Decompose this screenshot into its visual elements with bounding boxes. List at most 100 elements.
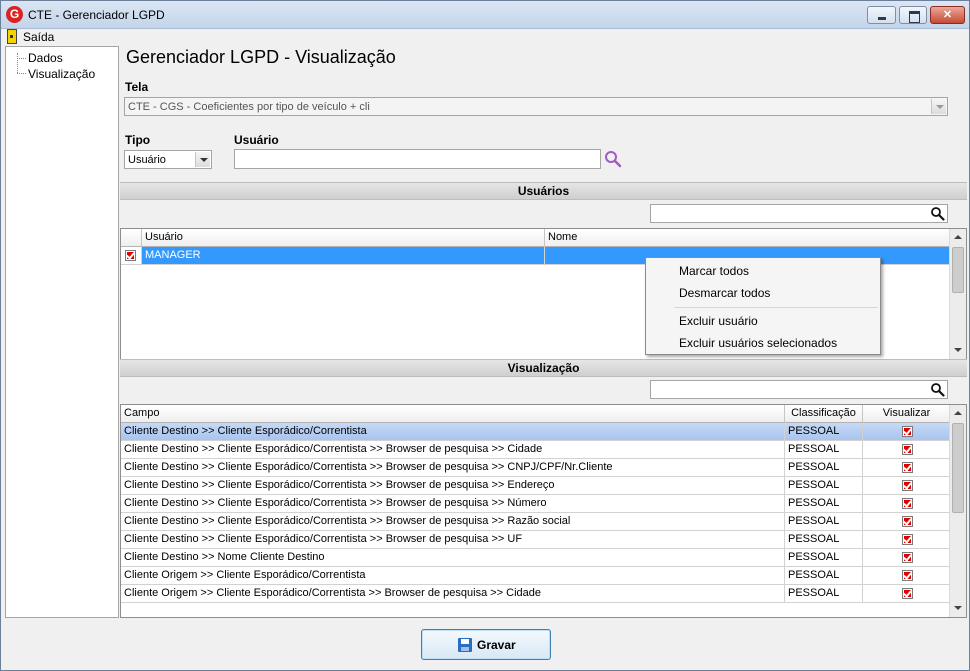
row-classificacao: PESSOAL [785, 531, 863, 548]
scroll-up-icon[interactable] [950, 229, 966, 246]
ctx-mark-all[interactable]: Marcar todos [679, 264, 749, 278]
users-col-nome[interactable]: Nome [545, 229, 950, 247]
checkbox-checked-icon[interactable] [902, 480, 913, 491]
row-campo: Cliente Destino >> Cliente Esporádico/Co… [121, 459, 785, 476]
checkbox-checked-icon[interactable] [902, 426, 913, 437]
scroll-thumb[interactable] [952, 423, 964, 513]
view-col-classificacao[interactable]: Classificação [785, 405, 863, 423]
row-classificacao: PESSOAL [785, 549, 863, 566]
checkbox-checked-icon[interactable] [902, 570, 913, 581]
checkbox-checked-icon[interactable] [902, 498, 913, 509]
view-col-campo[interactable]: Campo [121, 405, 785, 423]
users-filter-input[interactable] [650, 204, 948, 223]
maximize-button[interactable] [899, 6, 927, 24]
save-button-label: Gravar [477, 638, 516, 652]
table-row[interactable]: Cliente Destino >> Cliente Esporádico/Co… [121, 423, 950, 441]
row-classificacao: PESSOAL [785, 585, 863, 602]
tipo-label: Tipo [125, 133, 151, 147]
row-visualizar[interactable] [863, 513, 950, 530]
checkbox-checked-icon[interactable] [902, 462, 913, 473]
row-classificacao: PESSOAL [785, 513, 863, 530]
close-button[interactable] [930, 6, 965, 24]
users-scrollbar[interactable] [949, 229, 966, 359]
row-campo: Cliente Destino >> Cliente Esporádico/Co… [121, 441, 785, 458]
table-row[interactable]: Cliente Destino >> Nome Cliente Destino … [121, 549, 950, 567]
row-visualizar[interactable] [863, 441, 950, 458]
checkbox-checked-icon[interactable] [902, 444, 913, 455]
users-grid-header: Usuário Nome [121, 229, 950, 247]
row-visualizar[interactable] [863, 567, 950, 584]
save-button[interactable]: Gravar [421, 629, 551, 660]
row-visualizar[interactable] [863, 495, 950, 512]
tela-select-value: CTE - CGS - Coeficientes por tipo de veí… [128, 101, 370, 113]
menu-exit[interactable]: Saída [23, 30, 54, 44]
row-visualizar[interactable] [863, 423, 950, 440]
ctx-delete-selected-users[interactable]: Excluir usuários selecionados [679, 336, 837, 350]
search-icon[interactable] [930, 382, 945, 397]
checkbox-checked-icon[interactable] [125, 250, 136, 261]
row-classificacao: PESSOAL [785, 423, 863, 440]
ctx-delete-user[interactable]: Excluir usuário [679, 314, 758, 328]
checkbox-checked-icon[interactable] [902, 588, 913, 599]
tree-connector [17, 73, 26, 74]
table-row[interactable]: Cliente Destino >> Cliente Esporádico/Co… [121, 531, 950, 549]
usuario-input[interactable] [234, 149, 601, 169]
row-visualizar[interactable] [863, 549, 950, 566]
table-row[interactable]: Cliente Destino >> Cliente Esporádico/Co… [121, 495, 950, 513]
checkbox-checked-icon[interactable] [902, 552, 913, 563]
row-visualizar[interactable] [863, 459, 950, 476]
scroll-down-icon[interactable] [950, 342, 966, 359]
users-col-usuario[interactable]: Usuário [142, 229, 545, 247]
scroll-down-icon[interactable] [950, 600, 966, 617]
tree-item-visualizacao[interactable]: Visualização [28, 67, 95, 81]
row-campo: Cliente Destino >> Cliente Esporádico/Co… [121, 495, 785, 512]
tipo-select[interactable]: Usuário [124, 150, 212, 169]
ctx-unmark-all[interactable]: Desmarcar todos [679, 286, 770, 300]
row-campo: Cliente Destino >> Cliente Esporádico/Co… [121, 513, 785, 530]
row-campo: Cliente Destino >> Cliente Esporádico/Co… [121, 423, 785, 440]
tree-connector [17, 58, 26, 59]
row-campo: Cliente Destino >> Cliente Esporádico/Co… [121, 531, 785, 548]
page-title: Gerenciador LGPD - Visualização [126, 47, 396, 67]
view-scrollbar[interactable] [949, 405, 966, 617]
table-row[interactable]: Cliente Origem >> Cliente Esporádico/Cor… [121, 585, 950, 603]
view-grid-header: Campo Classificação Visualizar [121, 405, 950, 423]
tipo-select-value: Usuário [128, 154, 166, 166]
app-logo-icon: G [6, 6, 23, 23]
dropdown-arrow-icon [931, 99, 946, 114]
row-classificacao: PESSOAL [785, 567, 863, 584]
row-check-cell[interactable] [121, 247, 142, 264]
save-disk-icon [458, 638, 472, 652]
tela-select[interactable]: CTE - CGS - Coeficientes por tipo de veí… [124, 97, 948, 116]
row-campo: Cliente Destino >> Cliente Esporádico/Co… [121, 477, 785, 494]
row-campo: Cliente Origem >> Cliente Esporádico/Cor… [121, 585, 785, 602]
view-filter-input[interactable] [650, 380, 948, 399]
row-visualizar[interactable] [863, 477, 950, 494]
checkbox-checked-icon[interactable] [902, 534, 913, 545]
scroll-thumb[interactable] [952, 247, 964, 293]
table-row[interactable]: Cliente Destino >> Cliente Esporádico/Co… [121, 477, 950, 495]
tree-item-dados[interactable]: Dados [28, 51, 63, 65]
search-icon[interactable] [930, 206, 945, 221]
row-campo: Cliente Origem >> Cliente Esporádico/Cor… [121, 567, 785, 584]
context-menu: Marcar todos Desmarcar todos Excluir usu… [645, 257, 881, 355]
row-visualizar[interactable] [863, 585, 950, 602]
view-col-visualizar[interactable]: Visualizar [863, 405, 950, 423]
checkbox-checked-icon[interactable] [902, 516, 913, 527]
scroll-up-icon[interactable] [950, 405, 966, 422]
table-row[interactable]: Cliente Destino >> Cliente Esporádico/Co… [121, 459, 950, 477]
table-row[interactable]: Cliente Origem >> Cliente Esporádico/Cor… [121, 567, 950, 585]
main-window: G CTE - Gerenciador LGPD Saída Dados Vis… [0, 0, 970, 671]
table-row[interactable]: Cliente Destino >> Cliente Esporádico/Co… [121, 513, 950, 531]
window-title: CTE - Gerenciador LGPD [28, 8, 165, 22]
row-classificacao: PESSOAL [785, 459, 863, 476]
minimize-button[interactable] [867, 6, 896, 24]
row-visualizar[interactable] [863, 531, 950, 548]
search-icon[interactable] [604, 150, 622, 168]
view-grid: Campo Classificação Visualizar Cliente D… [120, 404, 967, 618]
table-row[interactable]: Cliente Destino >> Cliente Esporádico/Co… [121, 441, 950, 459]
users-section-header: Usuários [120, 182, 967, 200]
menu-bar: Saída [1, 29, 969, 45]
tela-label: Tela [125, 80, 149, 94]
users-col-check[interactable] [121, 229, 142, 247]
